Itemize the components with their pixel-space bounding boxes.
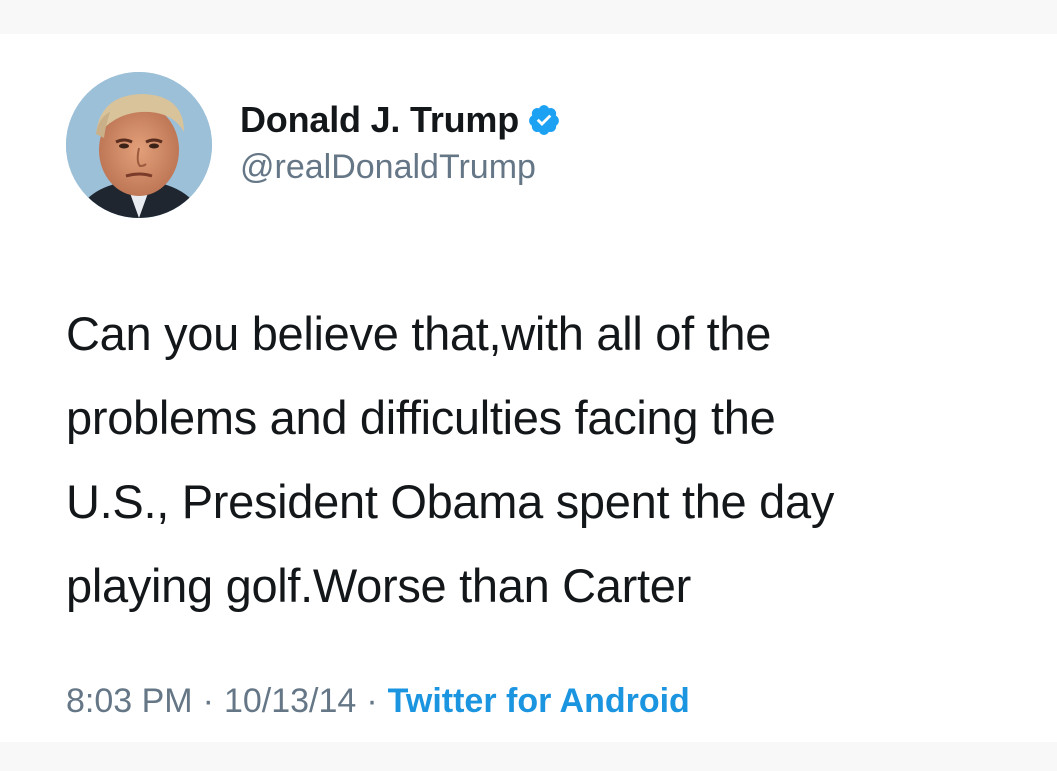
author-display-name[interactable]: Donald J. Trump — [240, 99, 519, 141]
verified-badge-icon — [527, 103, 561, 137]
tweet-text-line: U.S., President Obama spent the day — [66, 475, 835, 528]
author-avatar[interactable] — [66, 72, 212, 218]
author-handle[interactable]: @realDonaldTrump — [240, 148, 536, 187]
meta-separator: · — [202, 682, 214, 720]
tweet-time[interactable]: 8:03 PM — [66, 682, 193, 721]
tweet-text-line: playing golf.Worse than Carter — [66, 559, 691, 612]
tweet-date[interactable]: 10/13/14 — [224, 682, 356, 721]
screenshot-frame: Donald J. Trump @realDonaldTrump Can you… — [0, 0, 1057, 771]
avatar-portrait-icon — [66, 72, 212, 218]
tweet-text: Can you believe that,with all of the pro… — [66, 292, 1036, 628]
tweet-text-line: Can you believe that,with all of the — [66, 307, 772, 360]
meta-separator: · — [366, 682, 378, 720]
tweet-source-link[interactable]: Twitter for Android — [388, 682, 690, 721]
tweet-meta: 8:03 PM · 10/13/14 · Twitter for Android — [66, 682, 690, 721]
tweet-card: Donald J. Trump @realDonaldTrump Can you… — [0, 34, 1057, 742]
author-name-row: Donald J. Trump — [240, 99, 561, 141]
tweet-text-line: problems and difficulties facing the — [66, 391, 776, 444]
